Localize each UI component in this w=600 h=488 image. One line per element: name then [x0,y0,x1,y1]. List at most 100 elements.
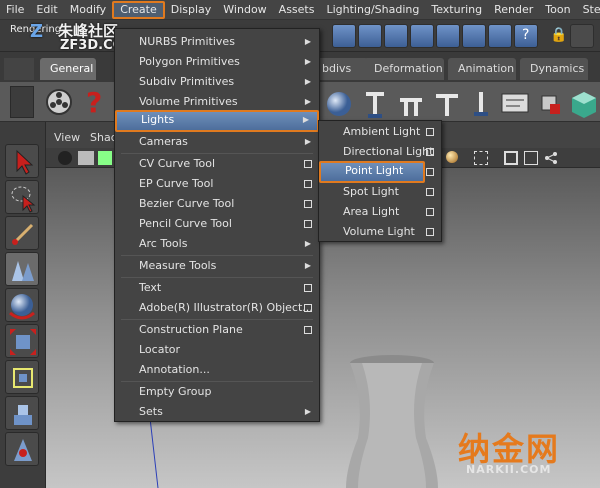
rotate-tool-icon[interactable] [5,288,39,322]
show-manipulator-icon[interactable] [5,432,39,466]
menu-assets[interactable]: Assets [273,1,321,19]
joint-icon-4[interactable] [466,86,496,118]
create-menu-item-text[interactable]: Text [115,278,319,298]
menu-toon[interactable]: Toon [539,1,576,19]
option-box-icon[interactable] [304,200,312,208]
tab-general[interactable]: General [40,58,96,80]
submenu-arrow-icon: ▶ [304,97,311,106]
menu-create[interactable]: Create [112,0,165,19]
create-menu-item-bezier-curve-tool[interactable]: Bezier Curve Tool [115,194,319,214]
create-menu-item-empty-group[interactable]: Empty Group [115,382,319,402]
menu-file[interactable]: File [0,1,30,19]
film-reel-icon[interactable] [44,86,74,118]
option-box-icon[interactable] [426,188,434,196]
create-menu-item-arc-tools[interactable]: Arc Tools ▶ [115,234,319,254]
create-menu-item-construction-plane[interactable]: Construction Plane [115,320,319,340]
select-surfaces-icon[interactable] [410,24,434,48]
option-box-icon[interactable] [426,128,434,136]
wireframe-on-shaded-icon[interactable] [524,151,538,165]
create-menu-item-lights[interactable]: Lights ▶ [115,110,319,132]
image-plane-icon[interactable] [98,151,112,165]
lights-menu-item-spot-light[interactable]: Spot Light [319,182,441,202]
paint-select-tool-icon[interactable] [5,216,39,250]
shelf-menu-icon[interactable] [10,86,34,118]
soft-modification-icon[interactable] [5,396,39,430]
graph-editor-icon[interactable] [500,86,530,118]
option-box-icon[interactable] [304,326,312,334]
menu-display[interactable]: Display [165,1,218,19]
lights-menu-item-point-light[interactable]: Point Light [319,161,425,183]
share-icon[interactable] [544,151,558,165]
create-menu-item-polygon-primitives[interactable]: Polygon Primitives ▶ [115,52,319,72]
xray-icon[interactable] [504,151,518,165]
joint-icon-3[interactable] [432,86,462,118]
menu-stereo[interactable]: Stereo [577,1,600,19]
scale-tool-icon[interactable] [5,324,39,358]
create-menu-item-sets[interactable]: Sets ▶ [115,402,319,422]
menu-render[interactable]: Render [488,1,539,19]
create-menu-item-volume-primitives[interactable]: Volume Primitives ▶ [115,92,319,112]
create-menu-item-adobe-illustrator-object[interactable]: Adobe(R) Illustrator(R) Object... [115,298,319,318]
create-menu-item-ep-curve-tool[interactable]: EP Curve Tool [115,174,319,194]
select-dynamics-icon[interactable] [462,24,486,48]
universal-manipulator-icon[interactable] [5,360,39,394]
option-box-icon[interactable] [304,304,312,312]
lasso-tool-icon[interactable] [5,180,39,214]
create-menu-item-measure-tools[interactable]: Measure Tools ▶ [115,256,319,276]
isolate-select-icon[interactable] [474,151,488,165]
joint-icon-1[interactable] [360,86,390,118]
move-tool-icon[interactable] [5,252,39,286]
tab-animation[interactable]: Animation [448,58,516,80]
option-box-icon[interactable] [304,160,312,168]
tab-deformation[interactable]: Deformation [364,58,444,80]
option-box-icon[interactable] [426,148,434,156]
select-curves-icon[interactable] [384,24,408,48]
option-box-icon[interactable] [426,208,434,216]
snap-icon[interactable] [570,24,594,48]
menu-modify[interactable]: Modify [64,1,112,19]
lights-menu-item-area-light[interactable]: Area Light [319,202,441,222]
lighting-icon[interactable] [446,151,458,163]
submenu-arrow-icon: ▶ [304,261,311,270]
camera-attributes-icon[interactable] [58,151,72,165]
select-misc-icon[interactable]: ? [514,24,538,48]
menu-window[interactable]: Window [217,1,272,19]
menu-lighting-shading[interactable]: Lighting/Shading [320,1,425,19]
shaded-cube-icon[interactable] [568,86,598,118]
bookmarks-icon[interactable] [78,151,94,165]
create-menu-item-cv-curve-tool[interactable]: CV Curve Tool [115,154,319,174]
narkii-url: NARKII.COM [466,463,552,476]
tab-subdivs[interactable]: bdivs [312,58,368,80]
select-rendering-icon[interactable] [488,24,512,48]
lights-menu-item-ambient-light[interactable]: Ambient Light [319,122,441,142]
joint-icon-2[interactable] [396,86,426,118]
tab-dynamics[interactable]: Dynamics [520,58,588,80]
lock-icon[interactable]: 🔒 [544,24,568,48]
sphere-icon[interactable] [324,86,354,118]
main-menubar: File Edit Modify Create Display Window A… [0,0,600,20]
lights-menu-item-volume-light[interactable]: Volume Light [319,222,441,242]
help-icon[interactable]: ? [80,86,110,119]
create-menu-item-cameras[interactable]: Cameras ▶ [115,132,319,152]
create-menu-item-locator[interactable]: Locator [115,340,319,360]
viewport-view-menu[interactable]: View [54,131,80,144]
create-menu-item-nurbs-primitives[interactable]: NURBS Primitives ▶ [115,32,319,52]
select-by-hierarchy-icon[interactable] [332,24,356,48]
select-tool-icon[interactable] [5,144,39,178]
create-menu-item-annotation[interactable]: Annotation... [115,360,319,380]
option-box-icon[interactable] [426,228,434,236]
select-joints-icon[interactable] [358,24,382,48]
menu-texturing[interactable]: Texturing [425,1,488,19]
menu-edit[interactable]: Edit [30,1,63,19]
render-cube-icon[interactable] [534,86,564,118]
create-menu-item-pencil-curve-tool[interactable]: Pencil Curve Tool [115,214,319,234]
select-deformers-icon[interactable] [436,24,460,48]
option-box-icon[interactable] [304,180,312,188]
option-box-icon[interactable] [304,284,312,292]
lights-menu-item-directional-light[interactable]: Directional Light [319,142,441,162]
option-box-icon[interactable] [426,168,434,176]
create-menu-item-subdiv-primitives[interactable]: Subdiv Primitives ▶ [115,72,319,92]
option-box-icon[interactable] [304,220,312,228]
shelf-options-icon[interactable] [4,58,34,80]
toolbox [0,122,46,488]
